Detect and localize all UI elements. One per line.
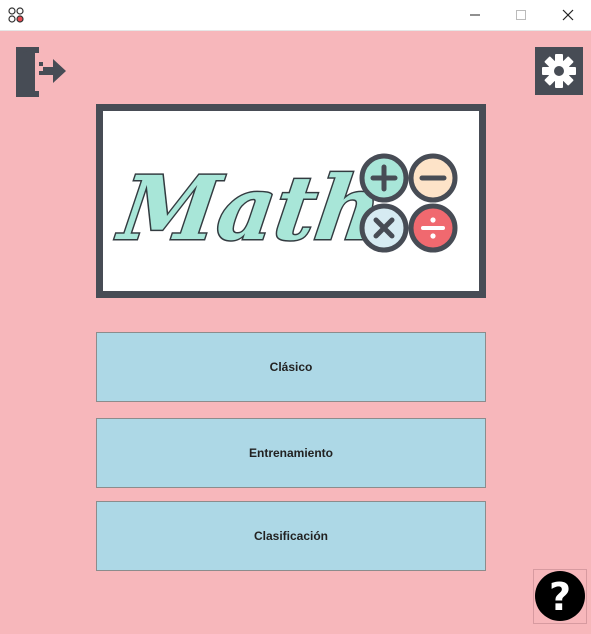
help-glyph: ? bbox=[549, 575, 571, 619]
maximize-button[interactable] bbox=[498, 0, 544, 30]
close-button[interactable] bbox=[545, 0, 591, 30]
training-button[interactable]: Entrenamiento bbox=[96, 418, 486, 488]
exit-button[interactable] bbox=[13, 45, 69, 99]
maximize-icon bbox=[516, 10, 526, 20]
help-button[interactable]: ? bbox=[533, 569, 587, 623]
help-icon: ? bbox=[535, 571, 585, 621]
classic-button[interactable]: Clásico bbox=[96, 332, 486, 402]
app-icon bbox=[8, 7, 24, 23]
logo-text: Math bbox=[111, 156, 388, 259]
minimize-icon bbox=[470, 14, 480, 16]
main-panel: Math Clásico Entrenamiento Clasificación… bbox=[0, 31, 591, 634]
minimize-button[interactable] bbox=[452, 0, 498, 30]
title-bar bbox=[0, 0, 591, 31]
settings-button[interactable] bbox=[535, 47, 583, 95]
logo-graphic: Math bbox=[110, 153, 458, 261]
gear-icon bbox=[542, 54, 576, 88]
math-logo: Math bbox=[96, 104, 486, 298]
exit-door-icon bbox=[16, 47, 66, 97]
close-icon bbox=[562, 9, 574, 21]
ranking-button[interactable]: Clasificación bbox=[96, 501, 486, 571]
